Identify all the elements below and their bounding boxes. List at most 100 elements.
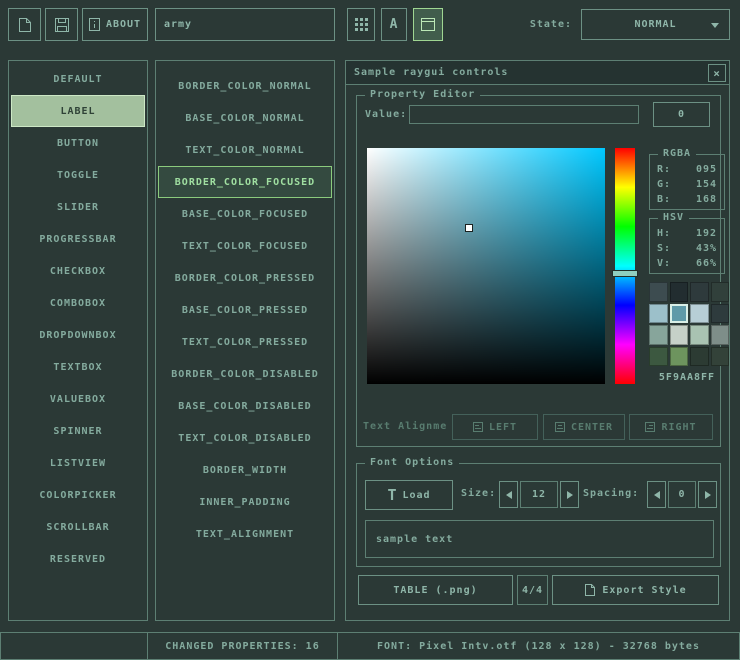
toolbar: ABOUT A State: NORMAL: [0, 0, 740, 48]
control-list-item[interactable]: TEXTBOX: [9, 351, 147, 383]
property-list-item[interactable]: BASE_COLOR_FOCUSED: [156, 198, 334, 230]
palette-swatch[interactable]: [690, 304, 709, 324]
rgba-g-row: G: 154: [650, 177, 724, 192]
rgba-group: RGBA R: 095 G: 154 B: 168: [649, 154, 725, 210]
palette-swatch[interactable]: [670, 325, 689, 345]
value-input[interactable]: [409, 105, 639, 124]
table-png-label: TABLE (.png): [393, 585, 477, 596]
file-new-button[interactable]: [8, 8, 41, 41]
hsv-s-row: S: 43%: [650, 241, 724, 256]
window-icon: [421, 18, 435, 31]
spacing-value: 0: [668, 481, 696, 508]
s-value: 43%: [696, 241, 717, 256]
spacing-increment-button[interactable]: [698, 481, 717, 508]
palette-swatch[interactable]: [711, 325, 730, 345]
control-list-item[interactable]: COMBOBOX: [9, 287, 147, 319]
control-list-item[interactable]: BUTTON: [9, 127, 147, 159]
hue-slider-handle[interactable]: [612, 270, 638, 277]
s-label: S:: [657, 241, 671, 256]
property-list-item[interactable]: TEXT_COLOR_PRESSED: [156, 326, 334, 358]
size-decrement-button[interactable]: [499, 481, 518, 508]
control-list-item[interactable]: SPINNER: [9, 415, 147, 447]
rgba-group-label: RGBA: [658, 148, 696, 159]
property-list-item[interactable]: INNER_PADDING: [156, 486, 334, 518]
hex-value-label: 5F9AA8FF: [645, 372, 729, 383]
palette-swatch[interactable]: [670, 282, 689, 302]
close-button[interactable]: ×: [708, 64, 726, 82]
property-list-item[interactable]: TEXT_COLOR_FOCUSED: [156, 230, 334, 262]
palette-swatch-selected[interactable]: [670, 304, 689, 324]
property-list-item[interactable]: BORDER_WIDTH: [156, 454, 334, 486]
color-cursor[interactable]: [465, 224, 473, 232]
property-list-item[interactable]: BASE_COLOR_NORMAL: [156, 102, 334, 134]
property-list-item[interactable]: BASE_COLOR_PRESSED: [156, 294, 334, 326]
sample-controls-window: Sample raygui controls × Property Editor…: [345, 60, 730, 621]
property-list-item[interactable]: BORDER_COLOR_PRESSED: [156, 262, 334, 294]
file-icon: [18, 17, 32, 33]
about-button[interactable]: ABOUT: [82, 8, 148, 41]
load-font-button[interactable]: T Load: [365, 480, 453, 510]
control-list-item[interactable]: LISTVIEW: [9, 447, 147, 479]
align-right-label: RIGHT: [661, 422, 696, 433]
control-list-item[interactable]: PROGRESSBAR: [9, 223, 147, 255]
align-left-icon: [473, 422, 483, 432]
style-name-input[interactable]: [155, 8, 335, 41]
status-changed-properties: CHANGED PROPERTIES: 16: [147, 632, 338, 660]
export-style-label: Export Style: [602, 585, 686, 596]
control-list-item-selected[interactable]: LABEL: [11, 95, 145, 127]
property-list-item[interactable]: TEXT_COLOR_DISABLED: [156, 422, 334, 454]
align-left-button[interactable]: LEFT: [452, 414, 538, 440]
align-center-button[interactable]: CENTER: [543, 414, 625, 440]
state-dropdown[interactable]: NORMAL: [581, 9, 730, 40]
rgba-r-row: R: 095: [650, 162, 724, 177]
property-editor-group: Property Editor Value: 0 RGBA R: 095: [356, 95, 721, 447]
color-saturation-value-panel[interactable]: [367, 148, 605, 384]
palette-swatch[interactable]: [711, 347, 730, 367]
hue-slider[interactable]: [615, 148, 635, 384]
palette-swatch[interactable]: [711, 304, 730, 324]
control-list-item[interactable]: CHECKBOX: [9, 255, 147, 287]
align-right-button[interactable]: RIGHT: [629, 414, 713, 440]
palette-swatch[interactable]: [649, 282, 668, 302]
palette-swatch[interactable]: [649, 347, 668, 367]
property-list-item[interactable]: BORDER_COLOR_DISABLED: [156, 358, 334, 390]
grid-icon: [355, 18, 368, 31]
file-save-button[interactable]: [45, 8, 78, 41]
window-view-button[interactable]: [413, 8, 443, 41]
palette-swatch[interactable]: [690, 325, 709, 345]
property-list-item[interactable]: BASE_COLOR_DISABLED: [156, 390, 334, 422]
value-button[interactable]: 0: [653, 102, 710, 127]
palette-swatch[interactable]: [649, 325, 668, 345]
page-indicator: 4/4: [517, 575, 548, 605]
palette-swatch[interactable]: [649, 304, 668, 324]
control-list-item[interactable]: VALUEBOX: [9, 383, 147, 415]
value-label: Value:: [365, 109, 407, 120]
property-list-item-selected[interactable]: BORDER_COLOR_FOCUSED: [158, 166, 332, 198]
grid-view-button[interactable]: [347, 8, 375, 41]
font-options-group: Font Options T Load Size: 12 Spacing: 0: [356, 463, 721, 567]
palette-swatch[interactable]: [690, 347, 709, 367]
control-list-item[interactable]: COLORPICKER: [9, 479, 147, 511]
control-list-item[interactable]: SCROLLBAR: [9, 511, 147, 543]
control-list-item[interactable]: DEFAULT: [9, 63, 147, 95]
property-list-item[interactable]: TEXT_ALIGNMENT: [156, 518, 334, 550]
control-list-item[interactable]: SLIDER: [9, 191, 147, 223]
size-increment-button[interactable]: [560, 481, 579, 508]
property-list-item[interactable]: TEXT_COLOR_NORMAL: [156, 134, 334, 166]
control-list-item[interactable]: DROPDOWNBOX: [9, 319, 147, 351]
palette-swatch[interactable]: [711, 282, 730, 302]
window-titlebar[interactable]: Sample raygui controls: [346, 61, 729, 85]
control-list-item[interactable]: TOGGLE: [9, 159, 147, 191]
control-list-item[interactable]: RESERVED: [9, 543, 147, 575]
sample-text-input[interactable]: sample text: [365, 520, 714, 558]
font-view-button[interactable]: A: [381, 8, 407, 41]
property-list-item[interactable]: BORDER_COLOR_NORMAL: [156, 70, 334, 102]
rguistyler-app: ABOUT A State: NORMAL DEFAULT LABEL BUTT…: [0, 0, 740, 660]
palette-swatch[interactable]: [690, 282, 709, 302]
export-style-button[interactable]: Export Style: [552, 575, 719, 605]
table-png-button[interactable]: TABLE (.png): [358, 575, 513, 605]
spacing-decrement-button[interactable]: [647, 481, 666, 508]
g-label: G:: [657, 177, 671, 192]
spacing-label: Spacing:: [583, 488, 639, 499]
palette-swatch[interactable]: [670, 347, 689, 367]
